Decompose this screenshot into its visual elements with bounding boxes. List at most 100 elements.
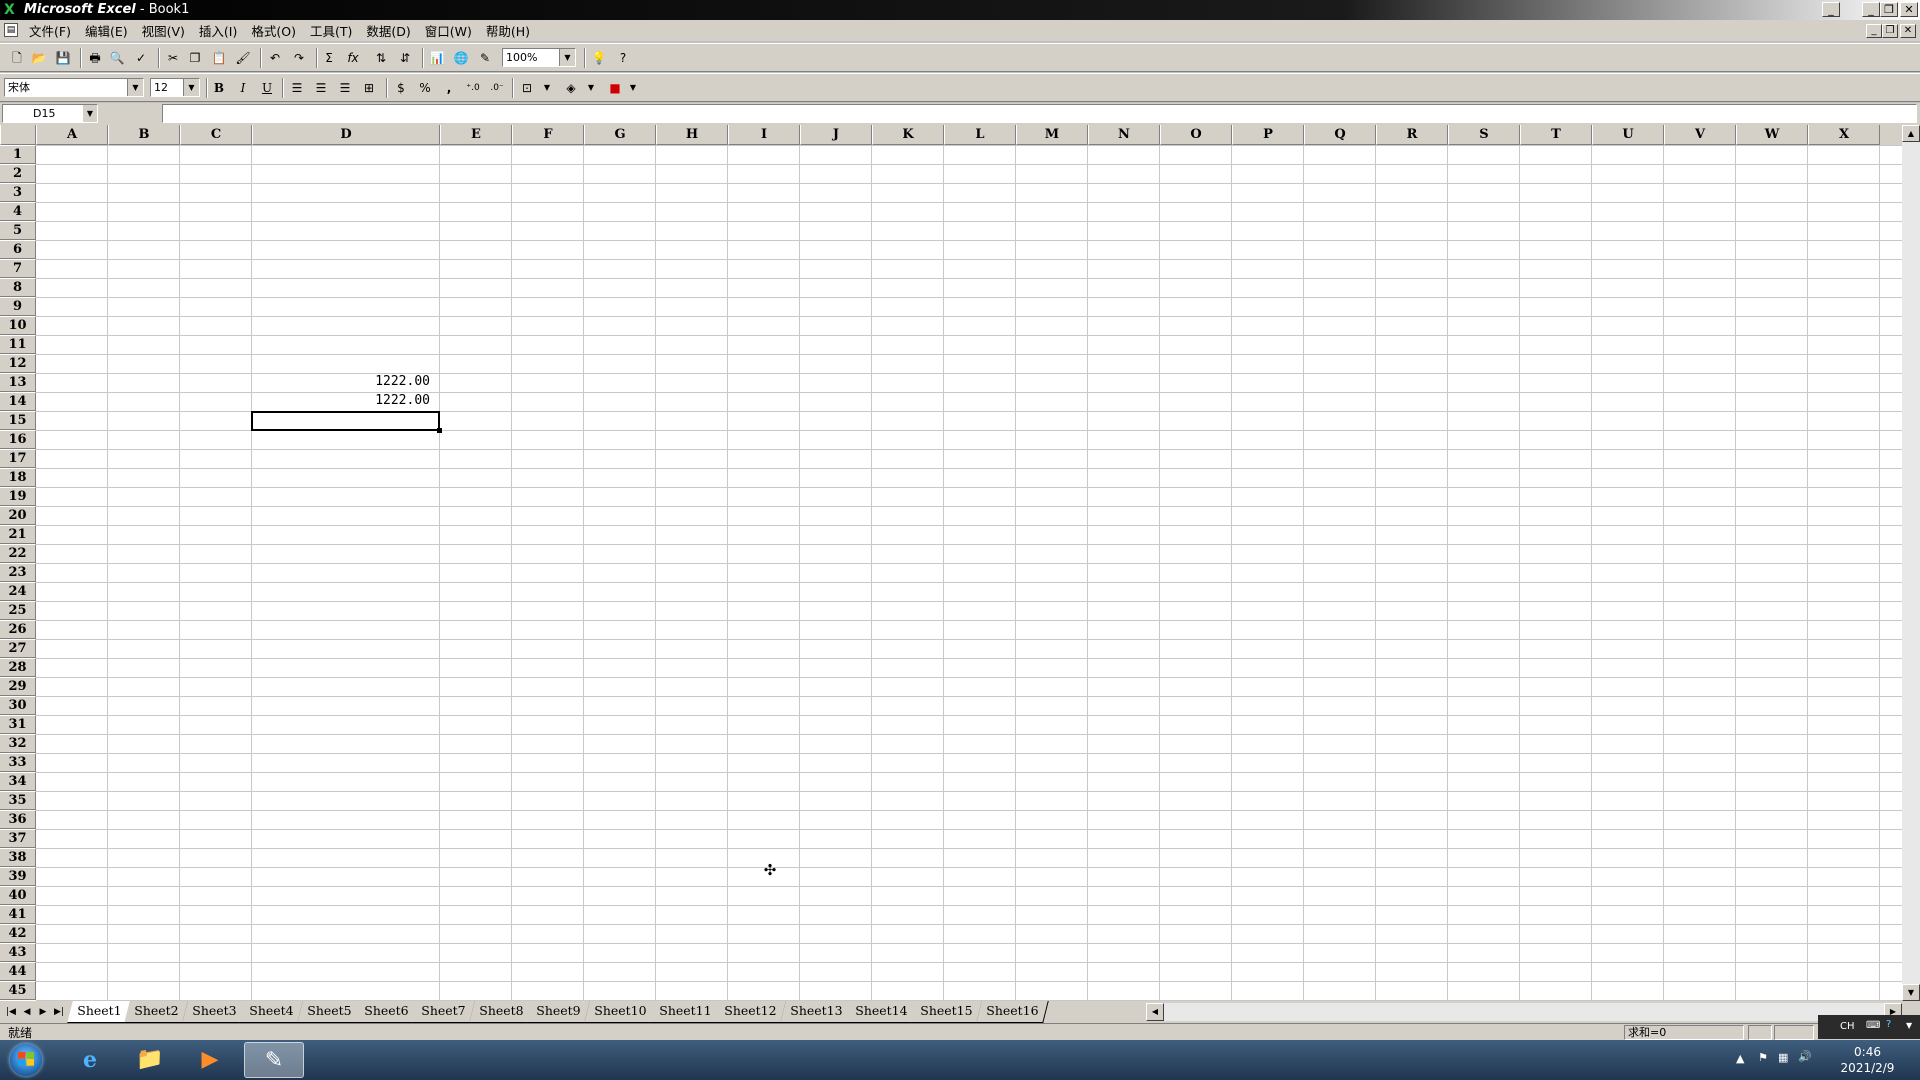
chart-wizard-icon[interactable]: 📊 [426, 48, 448, 68]
row-header-33[interactable]: 33 [0, 753, 36, 772]
increase-decimal-icon[interactable]: ⁺.0 [462, 78, 484, 98]
print-preview-icon[interactable]: 🔍 [106, 48, 128, 68]
row-header-2[interactable]: 2 [0, 164, 36, 183]
file-explorer-icon[interactable]: 📁 [122, 1042, 178, 1078]
menu-item-1[interactable]: 编辑(E) [78, 22, 135, 41]
menu-item-4[interactable]: 格式(O) [244, 22, 303, 41]
cell-d13[interactable]: 1222.00 [252, 373, 430, 392]
row-header-21[interactable]: 21 [0, 525, 36, 544]
underline-button[interactable]: U [256, 78, 278, 98]
column-header-c[interactable]: C [180, 125, 252, 145]
row-header-39[interactable]: 39 [0, 867, 36, 886]
merge-center-icon[interactable]: ⊞ [358, 78, 380, 98]
undo-icon[interactable]: ↶ [264, 48, 286, 68]
sort-ascending-icon[interactable]: ⇅ [370, 48, 392, 68]
name-box[interactable]: D15 ▼ [2, 104, 98, 123]
column-header-a[interactable]: A [36, 125, 108, 145]
sheet-tab-13[interactable]: Sheet13 [779, 1001, 853, 1023]
sheet-tab-3[interactable]: Sheet3 [182, 1001, 247, 1023]
row-header-8[interactable]: 8 [0, 278, 36, 297]
align-center-icon[interactable]: ☰ [310, 78, 332, 98]
volume-icon[interactable]: 🔊 [1798, 1050, 1812, 1063]
sheet-tab-7[interactable]: Sheet7 [411, 1001, 477, 1023]
row-header-11[interactable]: 11 [0, 335, 36, 354]
internet-explorer-icon[interactable]: e [62, 1042, 118, 1078]
column-header-v[interactable]: V [1664, 125, 1736, 145]
selected-cell[interactable] [251, 411, 440, 431]
row-header-42[interactable]: 42 [0, 924, 36, 943]
row-header-13[interactable]: 13 [0, 373, 36, 392]
format-painter-icon[interactable]: 🖌 [232, 48, 254, 68]
sheet-tab-9[interactable]: Sheet9 [526, 1001, 592, 1023]
row-header-15[interactable]: 15 [0, 411, 36, 430]
row-header-27[interactable]: 27 [0, 639, 36, 658]
column-header-w[interactable]: W [1736, 125, 1808, 145]
comma-button[interactable]: , [438, 78, 460, 98]
column-header-b[interactable]: B [108, 125, 180, 145]
decrease-decimal-icon[interactable]: .0⁻ [486, 78, 508, 98]
chevron-down-icon[interactable]: ▼ [83, 105, 97, 122]
column-header-l[interactable]: L [944, 125, 1016, 145]
language-bar[interactable]: CH ⌨ ? ▼ [1818, 1015, 1920, 1039]
row-header-23[interactable]: 23 [0, 563, 36, 582]
column-header-m[interactable]: M [1016, 125, 1088, 145]
sheet-tab-16[interactable]: Sheet16 [975, 1001, 1049, 1023]
column-header-d[interactable]: D [252, 125, 440, 145]
chevron-down-icon[interactable]: ▼ [580, 78, 602, 98]
chevron-down-icon[interactable]: ▼ [183, 79, 199, 96]
chevron-down-icon[interactable]: ▼ [622, 78, 644, 98]
row-header-34[interactable]: 34 [0, 772, 36, 791]
font-size-select[interactable]: 12 ▼ [150, 78, 200, 97]
scroll-up-icon[interactable]: ▲ [1902, 125, 1920, 142]
row-header-17[interactable]: 17 [0, 449, 36, 468]
doc-restore-button[interactable]: ❐ [1882, 24, 1898, 38]
row-header-36[interactable]: 36 [0, 810, 36, 829]
sheet-tab-1[interactable]: Sheet1 [67, 1001, 133, 1023]
minimize-button[interactable]: _ [1822, 2, 1840, 17]
sheet-tab-12[interactable]: Sheet12 [714, 1001, 788, 1023]
row-header-22[interactable]: 22 [0, 544, 36, 563]
column-header-j[interactable]: J [800, 125, 872, 145]
column-header-s[interactable]: S [1448, 125, 1520, 145]
row-header-29[interactable]: 29 [0, 677, 36, 696]
borders-icon[interactable]: ⊡ [516, 78, 538, 98]
fill-color-icon[interactable]: ◈ [560, 78, 582, 98]
save-icon[interactable]: 💾 [52, 48, 74, 68]
open-folder-icon[interactable]: 📂 [28, 48, 50, 68]
sheet-tab-2[interactable]: Sheet2 [124, 1001, 190, 1023]
document-icon[interactable]: ▤ [4, 23, 18, 37]
sheet-tab-15[interactable]: Sheet15 [910, 1001, 984, 1023]
keyboard-icon[interactable]: ⌨ [1866, 1020, 1880, 1031]
menu-item-7[interactable]: 窗口(W) [418, 22, 479, 41]
align-left-icon[interactable]: ☰ [286, 78, 308, 98]
media-player-icon[interactable]: ▶ [182, 1042, 238, 1078]
row-header-43[interactable]: 43 [0, 943, 36, 962]
column-header-x[interactable]: X [1808, 125, 1880, 145]
row-header-24[interactable]: 24 [0, 582, 36, 601]
fill-handle[interactable] [437, 428, 442, 433]
row-header-38[interactable]: 38 [0, 848, 36, 867]
close-button[interactable]: ✕ [1900, 2, 1918, 17]
doc-minimize-button[interactable]: _ [1866, 24, 1882, 38]
map-icon[interactable]: 🌐 [450, 48, 472, 68]
cut-icon[interactable]: ✂ [162, 48, 184, 68]
sheet-tab-11[interactable]: Sheet11 [649, 1001, 722, 1023]
column-header-p[interactable]: P [1232, 125, 1304, 145]
font-name-select[interactable]: 宋体 ▼ [4, 78, 144, 97]
align-right-icon[interactable]: ☰ [334, 78, 356, 98]
paste-icon[interactable]: 📋 [208, 48, 230, 68]
formula-input[interactable] [162, 104, 1917, 123]
row-header-7[interactable]: 7 [0, 259, 36, 278]
action-center-flag-icon[interactable]: ⚑ [1758, 1051, 1768, 1064]
minimize-button-2[interactable]: _ [1862, 2, 1880, 17]
sheet-tab-14[interactable]: Sheet14 [845, 1001, 918, 1023]
first-sheet-icon[interactable]: |◀ [4, 1004, 18, 1020]
row-header-1[interactable]: 1 [0, 145, 36, 164]
column-header-h[interactable]: H [656, 125, 728, 145]
row-header-35[interactable]: 35 [0, 791, 36, 810]
drawing-icon[interactable]: ✎ [474, 48, 496, 68]
input-language[interactable]: CH [1840, 1021, 1855, 1032]
menu-item-2[interactable]: 视图(V) [135, 22, 192, 41]
row-header-9[interactable]: 9 [0, 297, 36, 316]
row-header-32[interactable]: 32 [0, 734, 36, 753]
